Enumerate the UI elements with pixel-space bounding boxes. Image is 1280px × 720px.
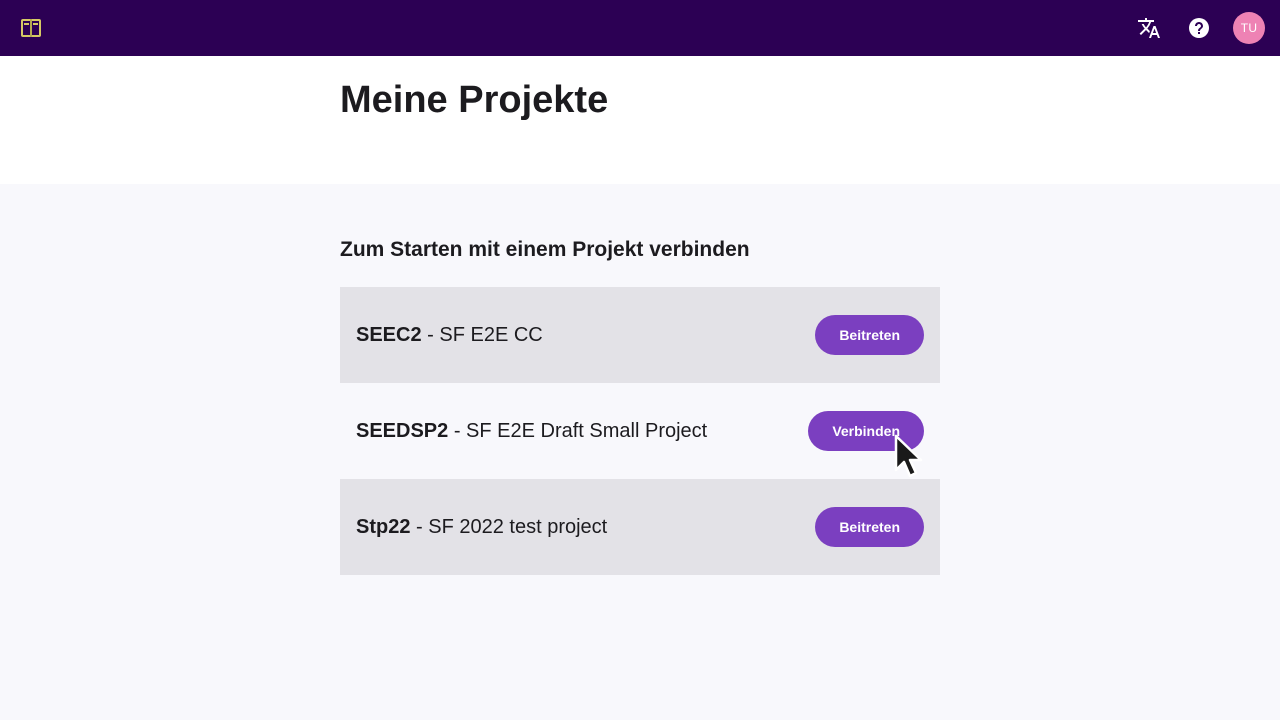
project-code: Stp22	[356, 515, 411, 538]
project-code: SEEDSP2	[356, 419, 449, 442]
page-title: Meine Projekte	[340, 79, 609, 121]
project-row-seedsp2: SEEDSP2 - SF E2E Draft Small Project Ver…	[340, 383, 940, 479]
book-logo-icon[interactable]	[20, 17, 42, 39]
join-button[interactable]: Beitreten	[815, 315, 924, 355]
project-name: - SF 2022 test project	[410, 515, 608, 538]
project-code: SEEC2	[356, 323, 422, 346]
page-header	[0, 56, 1280, 184]
project-title: SEEC2 - SF E2E CC	[356, 324, 543, 347]
project-list: SEEC2 - SF E2E CC Beitreten SEEDSP2 - SF…	[340, 287, 940, 575]
help-icon[interactable]	[1185, 14, 1213, 42]
project-title: Stp22 - SF 2022 test project	[356, 516, 607, 539]
join-button[interactable]: Beitreten	[815, 507, 924, 547]
user-avatar[interactable]: TU	[1233, 12, 1265, 44]
project-title: SEEDSP2 - SF E2E Draft Small Project	[356, 420, 707, 443]
project-name: - SF E2E Draft Small Project	[448, 419, 708, 442]
project-row-stp22: Stp22 - SF 2022 test project Beitreten	[340, 479, 940, 575]
connect-button[interactable]: Verbinden	[808, 411, 924, 451]
top-app-bar: TU	[0, 0, 1280, 56]
translate-icon[interactable]	[1135, 14, 1163, 42]
section-title: Zum Starten mit einem Projekt verbinden	[340, 238, 750, 261]
project-name: - SF E2E CC	[421, 323, 543, 346]
project-row-seec2: SEEC2 - SF E2E CC Beitreten	[340, 287, 940, 383]
